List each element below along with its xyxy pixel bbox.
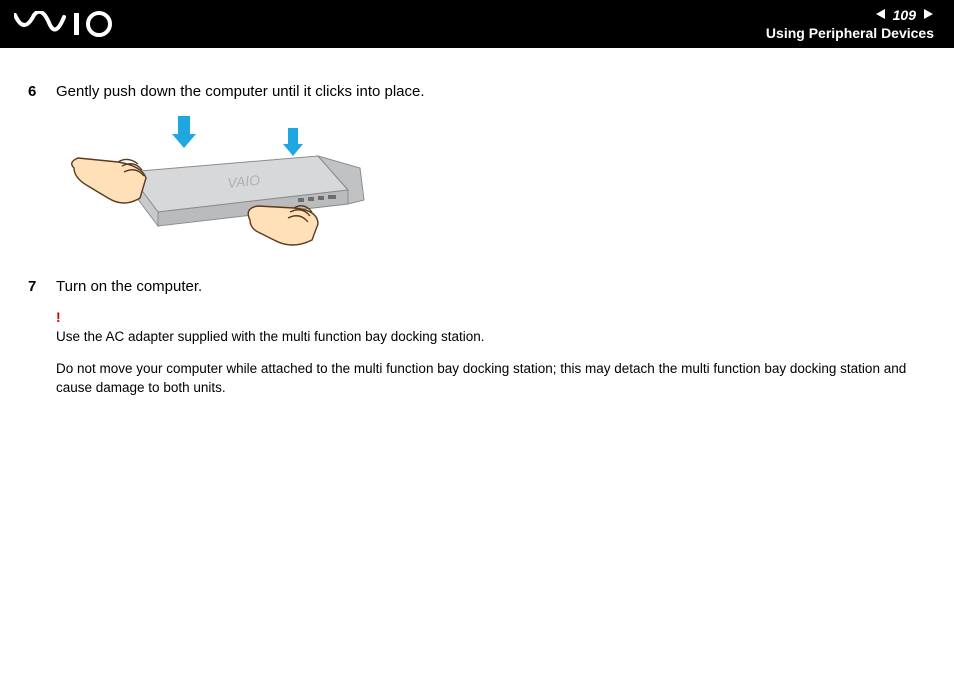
page-nav: 109 [875,7,934,23]
step-number: 6 [28,82,56,102]
header-bar: 109 Using Peripheral Devices [0,0,954,48]
header-right: 109 Using Peripheral Devices [766,7,934,41]
step-number: 7 [28,277,56,297]
svg-text:VAIO: VAIO [227,172,261,191]
prev-page-icon[interactable] [875,7,887,23]
step-text: Turn on the computer. [56,277,926,297]
page-content: 6 Gently push down the computer until it… [0,48,954,398]
step-6: 6 Gently push down the computer until it… [28,82,926,102]
next-page-icon[interactable] [922,7,934,23]
step-7: 7 Turn on the computer. [28,277,926,297]
note-line-1: Use the AC adapter supplied with the mul… [56,327,926,347]
vaio-logo [14,11,124,37]
section-title: Using Peripheral Devices [766,25,934,41]
page-number: 109 [893,7,916,23]
warning-icon: ! [56,307,926,327]
warning-note: ! Use the AC adapter supplied with the m… [56,307,926,398]
note-line-2: Do not move your computer while attached… [56,359,926,398]
step-text: Gently push down the computer until it c… [56,82,926,102]
docking-illustration: VAIO [68,112,926,258]
